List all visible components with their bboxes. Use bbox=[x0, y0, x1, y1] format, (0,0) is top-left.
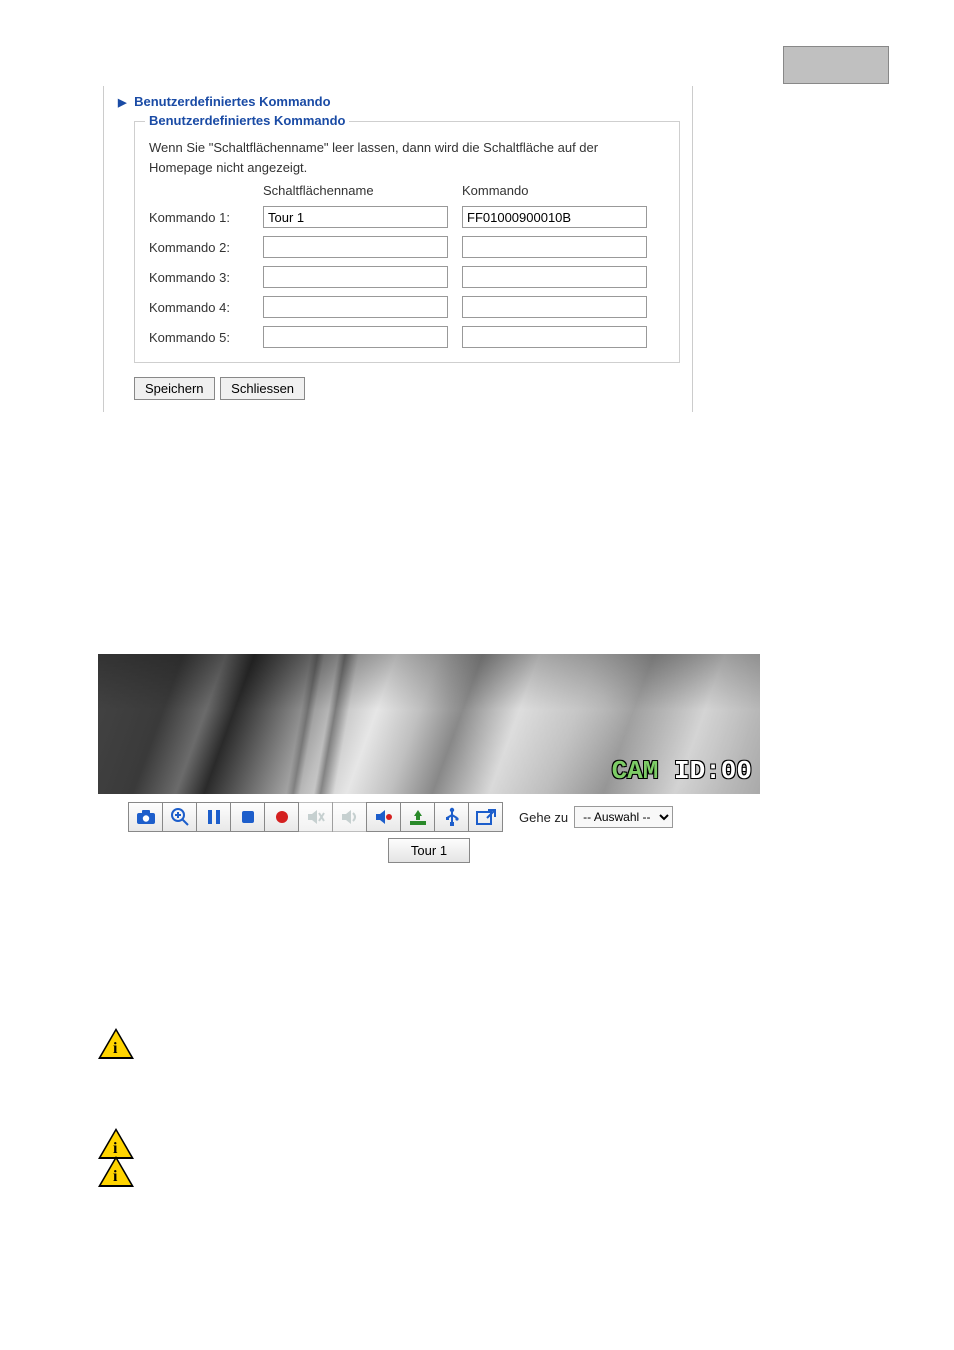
row-label-3: Kommando 3: bbox=[149, 270, 259, 285]
warning-icon: i bbox=[98, 1028, 134, 1059]
cmd-input-1[interactable] bbox=[462, 206, 647, 228]
stop-button[interactable] bbox=[230, 802, 265, 832]
snapshot-button[interactable] bbox=[128, 802, 163, 832]
button-row: Speichern Schliessen bbox=[134, 377, 692, 400]
name-input-2[interactable] bbox=[263, 236, 448, 258]
cmd-input-5[interactable] bbox=[462, 326, 647, 348]
pause-button[interactable] bbox=[196, 802, 231, 832]
liveview-section: CAM ID:00 MON.2 23. bbox=[98, 654, 760, 863]
video-osd: CAM ID:00 MON.2 23. bbox=[487, 662, 752, 794]
fieldset-description: Wenn Sie "Schaltflächenname" leer lassen… bbox=[149, 138, 665, 177]
name-input-5[interactable] bbox=[263, 326, 448, 348]
cmd-input-3[interactable] bbox=[462, 266, 647, 288]
row-label-5: Kommando 5: bbox=[149, 330, 259, 345]
col-header-name: Schaltflächenname bbox=[263, 183, 458, 198]
goto-label: Gehe zu bbox=[519, 810, 568, 825]
close-button[interactable]: Schliessen bbox=[220, 377, 305, 400]
goto-select[interactable]: -- Auswahl -- bbox=[574, 806, 673, 828]
fieldset-legend: Benutzerdefiniertes Kommando bbox=[145, 113, 349, 128]
name-input-3[interactable] bbox=[263, 266, 448, 288]
cmd-input-2[interactable] bbox=[462, 236, 647, 258]
command-grid: Schaltflächenname Kommando Kommando 1: K… bbox=[149, 183, 665, 348]
row-label-2: Kommando 2: bbox=[149, 240, 259, 255]
name-input-1[interactable] bbox=[263, 206, 448, 228]
cmd-input-4[interactable] bbox=[462, 296, 647, 318]
save-button[interactable]: Speichern bbox=[134, 377, 215, 400]
caret-right-icon: ▶ bbox=[118, 97, 126, 109]
usb-button[interactable] bbox=[434, 802, 469, 832]
volume-button[interactable] bbox=[332, 802, 367, 832]
osd-cam-id: ID:00 bbox=[674, 756, 752, 786]
popout-button[interactable] bbox=[468, 802, 503, 832]
panel-title-text: Benutzerdefiniertes Kommando bbox=[134, 94, 330, 109]
tour-1-button[interactable]: Tour 1 bbox=[388, 838, 470, 863]
custom-command-fieldset: Benutzerdefiniertes Kommando Wenn Sie "S… bbox=[134, 121, 680, 363]
settings-panel: ▶ Benutzerdefiniertes Kommando Benutzerd… bbox=[103, 86, 693, 412]
mic-button[interactable] bbox=[366, 802, 401, 832]
page-badge bbox=[783, 46, 889, 84]
download-button[interactable] bbox=[400, 802, 435, 832]
record-button[interactable] bbox=[264, 802, 299, 832]
row-label-4: Kommando 4: bbox=[149, 300, 259, 315]
zoom-in-button[interactable] bbox=[162, 802, 197, 832]
osd-cam-label: CAM bbox=[612, 756, 674, 786]
row-label-1: Kommando 1: bbox=[149, 210, 259, 225]
video-toolbar: Gehe zu -- Auswahl -- bbox=[98, 802, 760, 832]
col-header-cmd: Kommando bbox=[462, 183, 657, 198]
warning-icon-group: i i bbox=[98, 1128, 134, 1184]
mute-button[interactable] bbox=[298, 802, 333, 832]
video-frame: CAM ID:00 MON.2 23. bbox=[98, 654, 760, 794]
name-input-4[interactable] bbox=[263, 296, 448, 318]
